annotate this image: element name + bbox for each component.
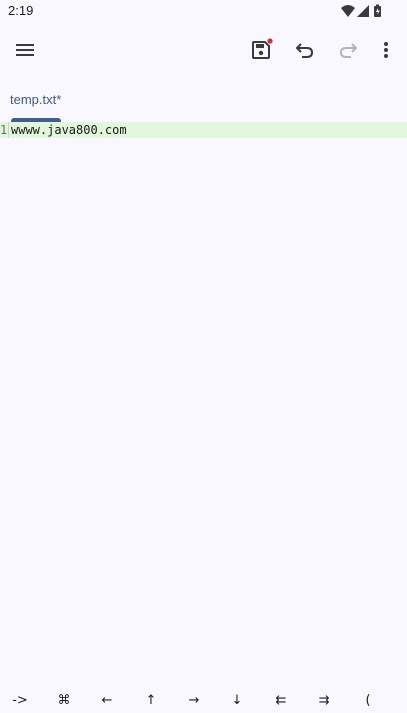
toolbar: [0, 28, 407, 72]
symbol-key-left[interactable]: ←: [87, 690, 127, 712]
gutter-divider: [8, 122, 9, 138]
line-text[interactable]: wwww.java800.com: [11, 123, 127, 137]
status-bar: 2:19: [0, 0, 407, 22]
redo-icon: [339, 43, 357, 58]
unsaved-dot: [267, 38, 273, 44]
undo-button[interactable]: [291, 36, 319, 64]
symbol-key-right[interactable]: →: [174, 690, 214, 712]
menu-button[interactable]: [11, 36, 39, 64]
tab-strip: temp.txt*: [0, 86, 407, 122]
current-line-highlight: 1 wwww.java800.com: [0, 122, 407, 138]
save-icon: [252, 38, 273, 59]
editor-app: 2:19 temp.txt* 1 wwww.java800.com -> ⌘ ←…: [0, 0, 407, 713]
undo-icon: [296, 43, 314, 58]
status-icons: [341, 4, 383, 18]
wifi-icon: [341, 5, 355, 17]
symbol-key-paren[interactable]: (: [348, 690, 388, 712]
line-number: 1: [0, 123, 8, 137]
status-time: 2:19: [8, 3, 34, 18]
more-options-button[interactable]: [372, 36, 400, 64]
more-vert-icon: [384, 42, 388, 58]
redo-button[interactable]: [334, 36, 362, 64]
symbol-key-up[interactable]: ↑: [131, 690, 171, 712]
symbol-key-tab[interactable]: ⇉: [304, 690, 344, 712]
battery-icon: [374, 4, 381, 17]
tab-temp-txt[interactable]: temp.txt*: [0, 86, 80, 122]
symbol-key-command[interactable]: ⌘: [44, 690, 84, 712]
text-editor[interactable]: 1 wwww.java800.com: [0, 122, 407, 682]
tab-label: temp.txt*: [10, 92, 62, 107]
symbol-key-arrow[interactable]: ->: [0, 690, 40, 712]
menu-icon: [16, 44, 34, 56]
symbol-key-shift-tab[interactable]: ⇇: [261, 690, 301, 712]
symbol-bar: -> ⌘ ← ↑ → ↓ ⇇ ⇉ (: [0, 686, 407, 713]
symbol-key-down[interactable]: ↓: [217, 690, 257, 712]
cell-signal-icon: [357, 5, 369, 17]
save-button[interactable]: [247, 36, 275, 64]
